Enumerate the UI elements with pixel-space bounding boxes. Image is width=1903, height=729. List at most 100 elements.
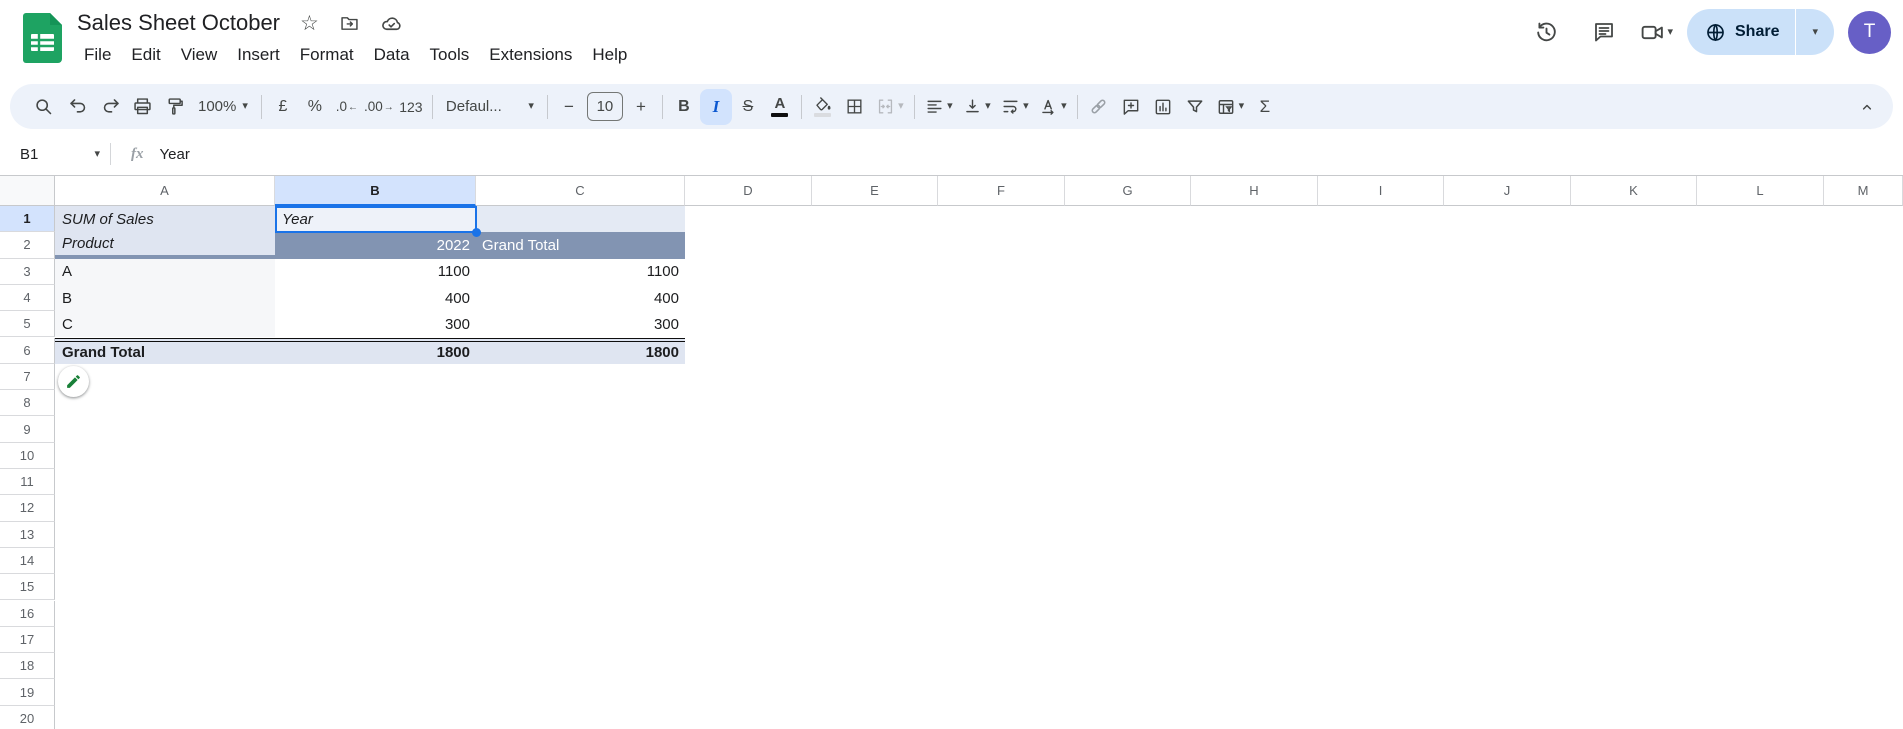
font-family-select[interactable]: Defaul...▾ <box>438 89 542 125</box>
column-header-H[interactable]: H <box>1191 176 1318 206</box>
row-header-1[interactable]: 1 <box>0 206 55 232</box>
font-size-input[interactable]: 10 <box>587 92 623 121</box>
pivot-value-cell[interactable]: 1100 <box>275 259 476 285</box>
meet-dropdown-caret[interactable]: ▾ <box>1667 27 1673 38</box>
increase-font-size-button[interactable]: + <box>625 89 657 125</box>
row-header-4[interactable]: 4 <box>0 285 55 311</box>
column-header-A[interactable]: A <box>55 176 275 206</box>
formula-input[interactable]: Year <box>160 146 190 163</box>
row-header-7[interactable]: 7 <box>0 364 55 390</box>
text-rotation-button[interactable]: ▾ <box>1034 89 1072 125</box>
search-icon[interactable] <box>24 89 62 125</box>
bold-button[interactable]: B <box>668 89 700 125</box>
share-button[interactable]: Share <box>1687 9 1795 55</box>
column-header-D[interactable]: D <box>685 176 812 206</box>
pivot-empty-cell[interactable] <box>476 206 685 232</box>
redo-button[interactable] <box>94 89 126 125</box>
pivot-value-cell[interactable]: 1100 <box>476 259 685 285</box>
pivot-value-cell[interactable]: 400 <box>275 285 476 311</box>
row-header-11[interactable]: 11 <box>0 469 55 495</box>
text-wrap-button[interactable]: ▾ <box>996 89 1034 125</box>
column-header-C[interactable]: C <box>476 176 685 206</box>
pivot-grand-total-header-cell[interactable]: Grand Total <box>476 232 685 258</box>
pivot-year-header-cell[interactable]: 2022 <box>275 232 476 258</box>
percent-format-button[interactable]: % <box>299 89 331 125</box>
pivot-summary-cell[interactable]: SUM of Sales <box>55 206 275 232</box>
row-header-9[interactable]: 9 <box>0 416 55 442</box>
pivot-value-cell[interactable]: 400 <box>476 285 685 311</box>
filter-views-button[interactable]: ▾ <box>1211 89 1249 125</box>
text-color-button[interactable]: A <box>764 89 796 125</box>
share-dropdown-button[interactable]: ▾ <box>1796 9 1834 55</box>
column-header-J[interactable]: J <box>1444 176 1571 206</box>
undo-button[interactable] <box>62 89 94 125</box>
cloud-status-icon[interactable] <box>380 12 403 35</box>
meet-call-button[interactable]: ▾ <box>1640 20 1673 45</box>
pivot-total-label-cell[interactable]: Grand Total <box>55 338 275 364</box>
row-header-14[interactable]: 14 <box>0 548 55 574</box>
zoom-select[interactable]: 100%▾ <box>190 89 256 125</box>
horizontal-align-button[interactable]: ▾ <box>920 89 958 125</box>
create-filter-button[interactable] <box>1179 89 1211 125</box>
row-header-18[interactable]: 18 <box>0 653 55 679</box>
print-button[interactable] <box>126 89 158 125</box>
column-header-L[interactable]: L <box>1697 176 1824 206</box>
menu-extensions[interactable]: Extensions <box>479 42 582 68</box>
edit-pivot-table-button[interactable] <box>58 366 89 397</box>
row-header-13[interactable]: 13 <box>0 522 55 548</box>
menu-tools[interactable]: Tools <box>420 42 480 68</box>
insert-comment-button[interactable] <box>1115 89 1147 125</box>
row-header-16[interactable]: 16 <box>0 601 55 627</box>
document-title[interactable]: Sales Sheet October <box>77 10 280 36</box>
pivot-value-cell[interactable]: 300 <box>476 311 685 337</box>
name-box-caret[interactable]: ▾ <box>94 149 100 160</box>
insert-link-button[interactable] <box>1083 89 1115 125</box>
column-header-E[interactable]: E <box>812 176 938 206</box>
sheets-logo[interactable] <box>23 13 62 63</box>
pivot-row-field-cell[interactable]: Product <box>55 232 275 258</box>
menu-insert[interactable]: Insert <box>227 42 290 68</box>
vertical-align-button[interactable]: ▾ <box>958 89 996 125</box>
menu-edit[interactable]: Edit <box>121 42 170 68</box>
row-header-6[interactable]: 6 <box>0 338 55 364</box>
decrease-font-size-button[interactable]: − <box>553 89 585 125</box>
pivot-total-value-cell[interactable]: 1800 <box>275 338 476 364</box>
italic-button[interactable]: I <box>700 89 732 125</box>
pivot-value-cell[interactable]: 300 <box>275 311 476 337</box>
pivot-product-cell[interactable]: C <box>55 311 275 337</box>
row-header-10[interactable]: 10 <box>0 443 55 469</box>
row-header-15[interactable]: 15 <box>0 574 55 600</box>
comments-icon[interactable] <box>1582 10 1626 54</box>
column-header-G[interactable]: G <box>1065 176 1191 206</box>
move-folder-icon[interactable] <box>339 13 360 34</box>
row-header-12[interactable]: 12 <box>0 495 55 521</box>
row-header-20[interactable]: 20 <box>0 706 55 729</box>
row-header-8[interactable]: 8 <box>0 390 55 416</box>
insert-chart-button[interactable] <box>1147 89 1179 125</box>
row-header-19[interactable]: 19 <box>0 679 55 705</box>
pivot-total-value-cell[interactable]: 1800 <box>476 338 685 364</box>
fill-color-button[interactable] <box>807 89 839 125</box>
version-history-icon[interactable] <box>1524 10 1568 54</box>
column-header-B[interactable]: B <box>275 176 476 206</box>
increase-decimal-button[interactable]: .00→ <box>363 89 395 125</box>
menu-help[interactable]: Help <box>582 42 637 68</box>
selected-cell-B1[interactable] <box>275 206 477 233</box>
menu-data[interactable]: Data <box>364 42 420 68</box>
sheet-canvas[interactable]: SUM of SalesYearProduct2022Grand TotalA1… <box>55 206 1903 729</box>
row-header-5[interactable]: 5 <box>0 311 55 337</box>
name-box[interactable]: B1 ▾ <box>0 146 110 163</box>
decrease-decimal-button[interactable]: .0← <box>331 89 363 125</box>
collapse-toolbar-button[interactable] <box>1851 89 1883 125</box>
paint-format-button[interactable] <box>158 89 190 125</box>
column-header-F[interactable]: F <box>938 176 1065 206</box>
row-header-3[interactable]: 3 <box>0 259 55 285</box>
number-format-button[interactable]: 123 <box>395 89 427 125</box>
borders-button[interactable] <box>839 89 871 125</box>
column-header-M[interactable]: M <box>1824 176 1903 206</box>
row-header-2[interactable]: 2 <box>0 232 55 258</box>
menu-format[interactable]: Format <box>290 42 364 68</box>
column-header-K[interactable]: K <box>1571 176 1697 206</box>
pivot-product-cell[interactable]: B <box>55 285 275 311</box>
pivot-product-cell[interactable]: A <box>55 259 275 285</box>
